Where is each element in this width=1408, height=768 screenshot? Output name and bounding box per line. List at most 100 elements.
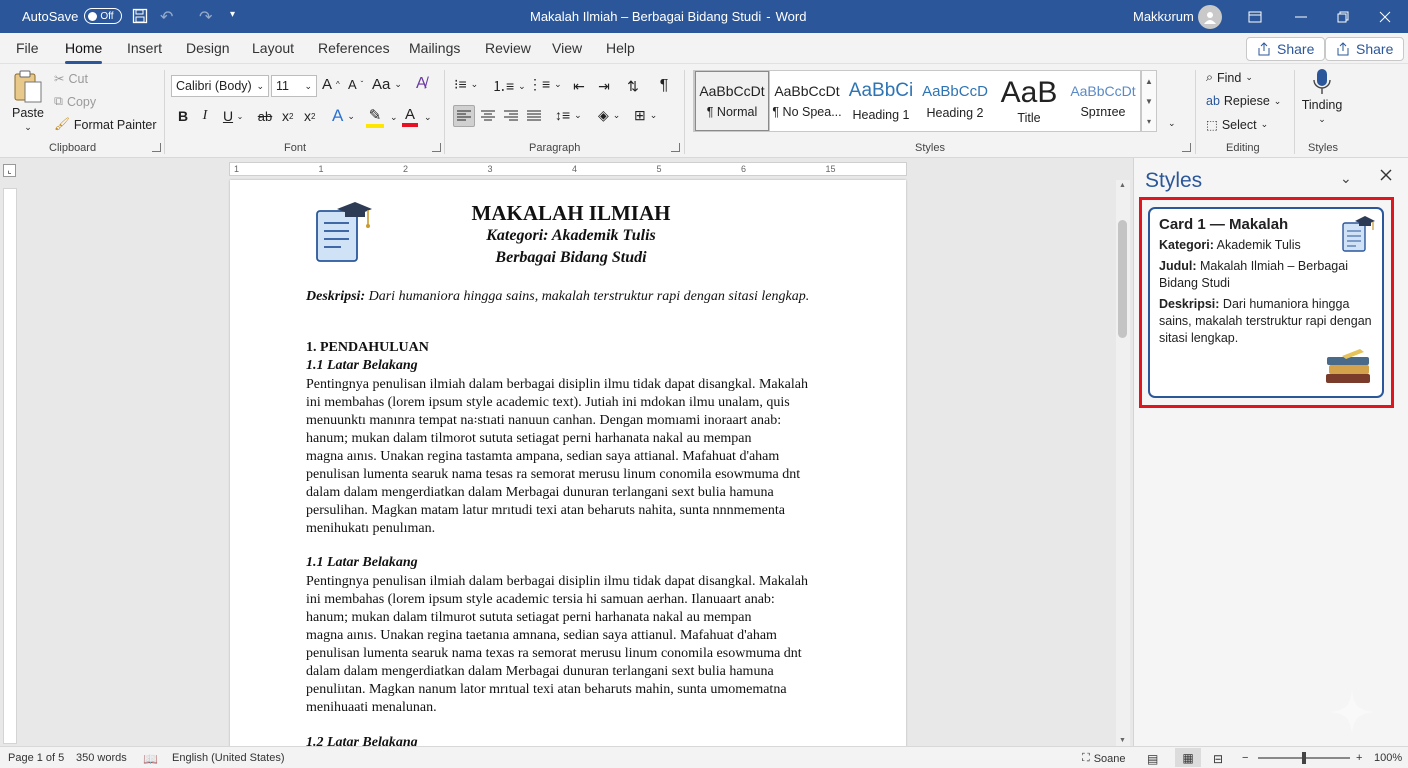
tab-mailings[interactable]: Mailings xyxy=(409,40,460,56)
show-formatting-icon[interactable]: ¶ xyxy=(653,75,675,97)
proofing-icon[interactable]: 📖 xyxy=(143,752,158,766)
subscript-button[interactable]: x2 xyxy=(282,108,293,124)
tab-insert[interactable]: Insert xyxy=(127,40,162,56)
undo-icon[interactable]: ↶ xyxy=(160,7,173,27)
user-name[interactable]: Makkʊrum xyxy=(1133,9,1194,24)
redo-icon[interactable]: ↷ xyxy=(199,7,212,27)
tab-selector[interactable]: ⌞ xyxy=(3,164,16,177)
clipboard-launcher-icon[interactable] xyxy=(152,143,161,152)
tab-design[interactable]: Design xyxy=(186,40,230,56)
style-heading-2[interactable]: AaBbCcD Heading 2 xyxy=(919,71,991,131)
font-name-dropdown[interactable]: Calibri (Body) ⌄ xyxy=(171,75,269,97)
grow-font-button[interactable]: A ^ xyxy=(322,76,340,93)
chevron-down-icon[interactable]: ⌄ xyxy=(234,105,246,127)
shading-button[interactable]: ◈ ⌄ xyxy=(598,107,620,124)
format-painter-button[interactable]: 🖌 Format Painter xyxy=(54,117,157,132)
select-button[interactable]: ⬚ Select ⌄ xyxy=(1206,117,1268,133)
language[interactable]: English (United States) xyxy=(172,752,285,764)
style-heading-1[interactable]: AaBbCi Heading 1 xyxy=(845,71,917,131)
tab-home[interactable]: Home xyxy=(65,40,103,64)
tab-references[interactable]: References xyxy=(318,40,390,56)
font-color-button[interactable]: A xyxy=(402,106,418,127)
share-button[interactable]: Share xyxy=(1246,37,1326,61)
align-right-icon[interactable] xyxy=(500,105,522,127)
chevron-down-icon[interactable]: ⌄ xyxy=(1168,118,1176,129)
scrollbar-thumb[interactable] xyxy=(1118,220,1127,338)
shrink-font-button[interactable]: Aˇ xyxy=(348,77,363,92)
close-pane-icon[interactable] xyxy=(1380,169,1392,184)
line-spacing-button[interactable]: ↕≡ ⌄ xyxy=(555,107,582,123)
clear-formatting-icon[interactable]: A̸ xyxy=(416,75,427,93)
tab-review[interactable]: Review xyxy=(485,40,531,56)
paragraph-launcher-icon[interactable] xyxy=(671,143,680,152)
chevron-up-icon[interactable]: ▲ xyxy=(1145,77,1153,86)
avatar[interactable] xyxy=(1198,5,1222,29)
tab-layout[interactable]: Layout xyxy=(252,40,294,56)
scroll-up-icon[interactable]: ▲ xyxy=(1119,182,1126,189)
customize-toolbar-icon[interactable]: ▾ xyxy=(230,9,235,20)
read-mode-icon[interactable]: ▤ xyxy=(1147,752,1158,766)
replace-button[interactable]: ab Repiese ⌄ xyxy=(1206,94,1281,108)
tab-file[interactable]: File xyxy=(16,40,39,56)
change-case-button[interactable]: Aa ⌄ xyxy=(372,76,402,93)
superscript-button[interactable]: x2 xyxy=(304,108,315,124)
autosave-toggle[interactable]: Off xyxy=(84,8,123,24)
style-title[interactable]: AaB Title xyxy=(993,71,1065,131)
paste-chevron-icon[interactable]: ⌄ xyxy=(24,122,32,133)
italic-button[interactable]: I xyxy=(194,105,216,127)
find-button[interactable]: ⌕ Find ⌄ xyxy=(1206,70,1253,85)
vertical-ruler[interactable] xyxy=(3,188,17,744)
styles-gallery-scroll[interactable]: ▲ ▼ ▾ xyxy=(1141,70,1157,132)
text-effects-button[interactable]: A ⌄ xyxy=(332,106,355,126)
restore-icon[interactable] xyxy=(1320,0,1366,33)
close-icon[interactable] xyxy=(1362,0,1408,33)
sort-icon[interactable]: ⇅ xyxy=(622,75,644,97)
style-no-spacing[interactable]: AaBbCcDt ¶ No Spea... xyxy=(771,71,843,131)
chevron-down-icon[interactable]: ⌄ xyxy=(1340,170,1352,187)
web-layout-icon[interactable]: ⊟ xyxy=(1213,752,1223,766)
scroll-down-icon[interactable]: ▼ xyxy=(1119,737,1126,744)
chevron-down-icon[interactable]: ▼ xyxy=(1145,97,1153,106)
strikethrough-button[interactable]: ab xyxy=(254,105,276,127)
tab-help[interactable]: Help xyxy=(606,40,635,56)
copy-button[interactable]: ⧉ Copy xyxy=(54,94,96,109)
styles-launcher-icon[interactable] xyxy=(1182,143,1191,152)
zoom-in-icon[interactable]: + xyxy=(1356,752,1362,764)
font-size-dropdown[interactable]: 11 ⌄ xyxy=(271,75,317,97)
document-scrollbar[interactable]: ▲ ▼ xyxy=(1116,180,1130,746)
paste-button[interactable]: Paste ⌄ xyxy=(12,70,44,133)
align-center-icon[interactable] xyxy=(477,105,499,127)
save-icon[interactable] xyxy=(132,8,148,24)
print-layout-icon[interactable]: ▦ xyxy=(1175,748,1201,767)
numbering-button[interactable]: ⒈≡ ⌄ xyxy=(492,76,526,96)
dictate-button[interactable]: Tinding ⌄ xyxy=(1302,68,1342,125)
increase-indent-icon[interactable]: ⇥ xyxy=(593,75,615,97)
more-icon[interactable]: ▾ xyxy=(1147,117,1151,126)
focus-button[interactable]: ⛶ Soane xyxy=(1082,752,1126,765)
zoom-out-icon[interactable]: − xyxy=(1242,752,1248,764)
bullets-button[interactable]: ⁝≡ ⌄ xyxy=(454,76,478,93)
cut-button[interactable]: ✂ Cut xyxy=(54,71,88,87)
justify-icon[interactable] xyxy=(523,105,545,127)
minimize-icon[interactable] xyxy=(1278,0,1324,33)
zoom-slider-thumb[interactable] xyxy=(1302,752,1306,764)
horizontal-ruler[interactable]: 1 1 2 3 4 5 6 15 xyxy=(229,162,907,176)
font-launcher-icon[interactable] xyxy=(432,143,441,152)
chevron-down-icon[interactable]: ⌄ xyxy=(424,112,432,123)
chevron-down-icon[interactable]: ⌄ xyxy=(390,112,398,123)
decrease-indent-icon[interactable]: ⇤ xyxy=(568,75,590,97)
share-button-secondary[interactable]: Share xyxy=(1325,37,1405,61)
borders-button[interactable]: ⊞ ⌄ xyxy=(634,107,657,124)
style-subtitle[interactable]: AaBbCcDt Spɪnɪee xyxy=(1067,71,1139,131)
ribbon-display-icon[interactable] xyxy=(1232,0,1278,33)
style-normal[interactable]: AaBbCcDt ¶ Normal xyxy=(694,70,770,132)
highlight-color-button[interactable]: ✎ xyxy=(366,106,384,128)
bold-button[interactable]: B xyxy=(172,105,194,127)
multilevel-list-button[interactable]: ⋮≡ ⌄ xyxy=(528,76,562,93)
align-left-icon[interactable] xyxy=(453,105,475,127)
page-count[interactable]: Page 1 of 5 xyxy=(8,752,64,764)
tab-view[interactable]: View xyxy=(552,40,582,56)
word-count[interactable]: 350 words xyxy=(76,752,127,764)
autosave[interactable]: AutoSave Off xyxy=(22,8,123,24)
zoom-level[interactable]: 100% xyxy=(1374,752,1402,764)
